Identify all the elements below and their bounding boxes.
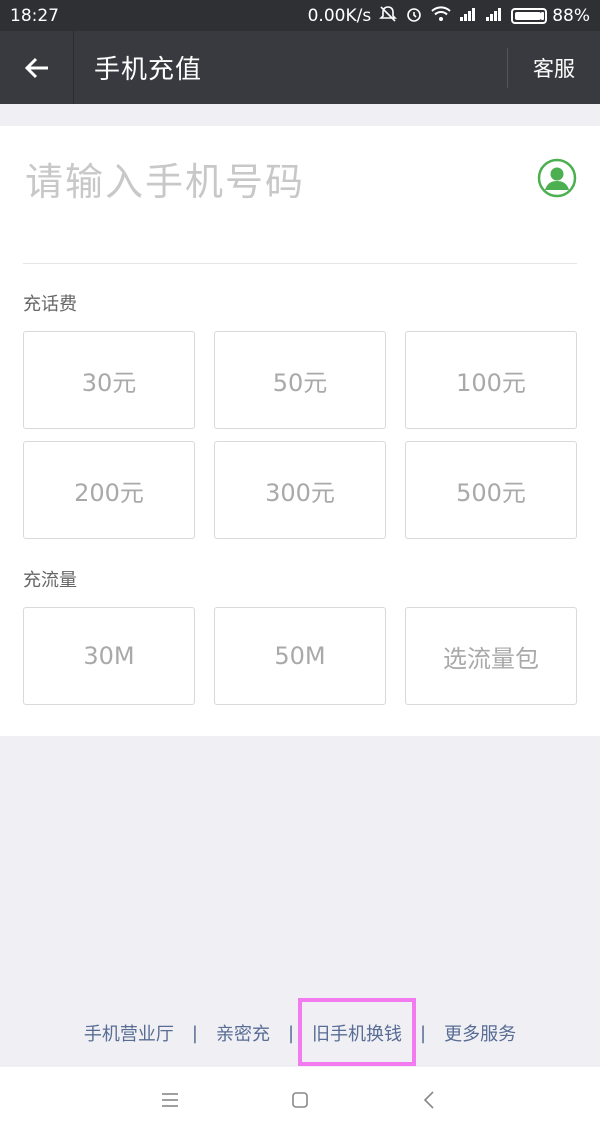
- page-title: 手机充值: [94, 55, 203, 85]
- contact-icon[interactable]: [537, 158, 577, 198]
- link-trade-in-phone[interactable]: 旧手机换钱: [306, 1020, 408, 1046]
- back-chevron-icon: [423, 1091, 434, 1109]
- bottom-links: 手机营业厅 | 亲密充 | 旧手机换钱 | 更多服务: [0, 1013, 600, 1053]
- back-arrow-icon: [24, 57, 48, 78]
- link-separator: |: [287, 1022, 295, 1044]
- recharge-card: 充话费 30元 50元 100元 200元 300元 500元 充流量 30M …: [0, 126, 600, 736]
- wifi-icon: [431, 6, 451, 25]
- link-separator: |: [420, 1022, 427, 1044]
- nav-bar: 手机充值 客服: [0, 31, 600, 104]
- data-plan-label: 充流量: [23, 570, 77, 591]
- system-back-button[interactable]: [365, 1089, 495, 1111]
- signal-icon: [459, 6, 477, 25]
- data-option-choose-package[interactable]: 选流量包: [405, 607, 577, 705]
- phone-number-input[interactable]: [23, 148, 503, 216]
- recharge-option-500[interactable]: 500元: [405, 441, 577, 539]
- link-more-services[interactable]: 更多服务: [438, 1020, 522, 1046]
- battery-percent: 88%: [552, 5, 590, 26]
- data-option-50m[interactable]: 50M: [214, 607, 386, 705]
- system-nav-bar: [0, 1067, 600, 1133]
- customer-service-button[interactable]: 客服: [508, 53, 600, 83]
- link-separator: |: [191, 1022, 198, 1044]
- recharge-option-50[interactable]: 50元: [214, 331, 386, 429]
- status-icons: 0.00K/s 88%: [308, 5, 590, 26]
- link-mobile-hall[interactable]: 手机营业厅: [78, 1020, 180, 1046]
- menu-button[interactable]: [105, 1089, 235, 1111]
- battery-icon: [511, 7, 548, 24]
- link-family-recharge[interactable]: 亲密充: [210, 1020, 276, 1046]
- recharge-options: 30元 50元 100元 200元 300元 500元: [23, 331, 577, 539]
- menu-icon: [162, 1093, 178, 1107]
- mute-bell-icon: [379, 5, 398, 26]
- alarm-icon: [405, 5, 423, 26]
- status-time: 18:27: [10, 5, 59, 26]
- recharge-option-100[interactable]: 100元: [405, 331, 577, 429]
- recharge-option-30[interactable]: 30元: [23, 331, 195, 429]
- recharge-label: 充话费: [23, 294, 77, 315]
- data-plan-options: 30M 50M 选流量包: [23, 607, 577, 705]
- home-button[interactable]: [235, 1089, 365, 1111]
- home-icon: [292, 1092, 308, 1108]
- recharge-option-200[interactable]: 200元: [23, 441, 195, 539]
- network-speed: 0.00K/s: [307, 5, 372, 26]
- status-bar: 18:27 0.00K/s 88%: [0, 0, 600, 31]
- recharge-option-300[interactable]: 300元: [214, 441, 386, 539]
- back-button[interactable]: [0, 31, 74, 104]
- phone-row: [23, 126, 577, 264]
- signal-icon: [485, 6, 503, 25]
- data-option-30m[interactable]: 30M: [23, 607, 195, 705]
